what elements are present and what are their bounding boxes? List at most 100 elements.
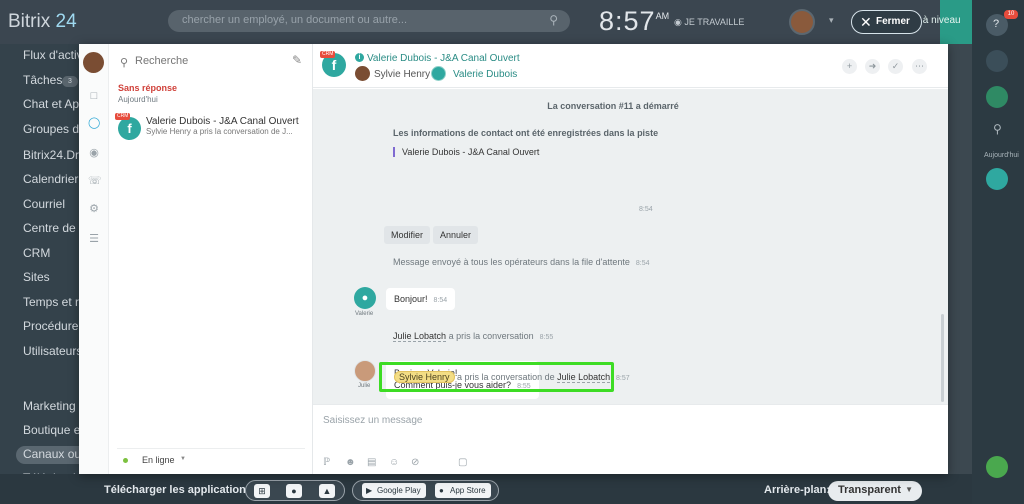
avatar-label: Valerie [355,311,374,317]
cancel-button[interactable]: Annuler [433,226,479,244]
search-input[interactable] [135,53,285,69]
list-item-subtitle: Sylvie Henry a pris la conversation de J… [146,127,293,136]
background-select[interactable]: Transparent ▼ [828,481,922,501]
left-menu-item[interactable]: Calendrier [23,172,78,186]
add-user-icon[interactable]: + [842,59,857,74]
bell-icon[interactable] [986,50,1008,72]
store-download-group: ▶ Google Play ● App Store [352,480,499,501]
left-menu-item[interactable]: Sites [23,270,50,284]
user-link[interactable]: Julie Lobatch [557,372,611,383]
phone-icon[interactable]: ☏ [88,175,102,187]
portal-search[interactable]: chercher un employé, un document ou autr… [168,10,570,32]
work-status[interactable]: ◉ JE TRAVAILLE [674,17,744,28]
system-message: Sylvie Henry a pris la conversation de J… [394,371,611,383]
list-icon[interactable]: ☰ [88,233,100,245]
status-selector[interactable]: En ligne [142,455,175,465]
os-download-group: ⊞ ● ▲ [245,480,345,501]
avatar [355,66,370,81]
timestamp: 8:54 [433,297,448,304]
user-link[interactable]: Julie Lobatch [393,331,447,342]
finish-icon[interactable]: ✓ [888,59,903,74]
portal-logo[interactable]: Bitrix 24 [8,11,77,33]
recent-list: ⚲ ✎ Sans réponse Aujourd'hui f CRM Valer… [109,44,313,474]
participant-sylvie[interactable]: Sylvie Henry [374,69,430,80]
linux-icon[interactable]: ▲ [319,484,335,498]
message-input[interactable] [323,412,723,428]
notification-count: 10 [1004,10,1018,19]
facebook-icon: f [118,117,141,140]
system-message: Message envoyé à tous les opérateurs dan… [393,257,650,267]
search-icon[interactable]: ⚲ [993,122,1002,136]
close-button[interactable]: ✕ Fermer [851,10,922,34]
left-menu-item[interactable]: Canaux ouv [23,447,87,461]
my-avatar[interactable] [83,52,104,73]
more-icon[interactable]: ⋯ [912,59,927,74]
left-menu-item[interactable]: Marketing C [23,399,88,413]
help-icon-glyph: ? [993,18,1000,30]
avatar[interactable] [354,360,376,382]
search-icon: ⚲ [549,13,558,27]
attach-icon[interactable]: ℙ [323,457,330,468]
chat-title[interactable]: Valerie Dubois - J&A Canal Ouvert [367,53,520,64]
left-menu-item[interactable]: Utilisateurs [23,344,82,358]
gear-icon[interactable]: ⚙ [88,203,100,215]
left-menu-item[interactable]: Flux d'activ [23,48,83,62]
recent-chat-avatar[interactable] [986,168,1008,190]
left-menu-item[interactable]: Centre de c [23,221,85,235]
left-menu-item[interactable]: Bitrix24.Dri [23,148,82,162]
chat-panel: f CRM i Valerie Dubois - J&A Canal Ouver… [313,44,948,474]
compose-icon[interactable]: ✎ [292,53,302,67]
system-message: La conversation #11 a démarré [547,101,679,111]
messenger-rail: □ ◯ ◉ ☏ ⚙ ☰ [79,44,109,474]
left-menu-item[interactable]: Chat et App [23,97,86,111]
windows-icon[interactable]: ⊞ [254,484,270,498]
contact-quote[interactable]: Valerie Dubois - J&A Canal Ouvert [393,147,539,157]
transfer-icon[interactable]: ➜ [865,59,880,74]
left-menu-item[interactable]: Tâches [23,73,62,87]
timestamp: 8:54 [635,260,650,267]
message-area[interactable]: La conversation #11 a démarré Les inform… [313,89,948,404]
apple-icon: ● [439,486,444,495]
user-icon[interactable]: ☻ [345,457,356,468]
left-menu-item[interactable]: Groupes de [23,122,86,136]
portal-user-avatar[interactable] [789,9,815,35]
openlines-icon[interactable]: ◯ [88,117,100,129]
form-icon[interactable]: ▤ [367,457,376,468]
notification-icon[interactable]: ◉ [88,147,100,159]
openlines-icon[interactable] [986,86,1008,108]
phone-icon[interactable] [986,456,1008,478]
left-menu-item[interactable]: CRM [23,246,50,260]
chat-icon[interactable]: □ [88,90,100,102]
chevron-down-icon: ▼ [905,485,913,494]
participant-valerie[interactable]: Valerie Dubois [453,69,517,80]
system-message: Les informations de contact ont été enre… [393,128,659,138]
left-menu-item[interactable]: Temps et ra [23,295,86,309]
crm-tag: CRM [320,51,336,58]
messenger-window: □ ◯ ◉ ☏ ⚙ ☰ ⚲ ✎ Sans réponse Aujourd'hui… [79,44,948,474]
apple-icon[interactable]: ● [286,484,302,498]
background-label: Arrière-plan: [764,484,831,496]
portal-clock: 8:57AM [599,6,670,36]
file-icon[interactable]: ▢ [458,457,467,468]
list-item-title: Valerie Dubois - J&A Canal Ouvert [146,116,299,127]
close-icon: ✕ [860,14,872,30]
info-icon[interactable]: i [355,53,364,62]
timestamp: 8:54 [639,206,653,213]
app-store-button[interactable]: ● App Store [435,483,491,498]
scrollbar[interactable] [941,314,944,402]
hide-icon[interactable]: ⊘ [411,457,419,468]
tasks-badge: 3 [62,76,78,87]
crm-tag: CRM [115,113,131,120]
download-apps-label: Télécharger les applications: [104,484,256,496]
user-icon[interactable]: ● [354,287,376,309]
system-message: Julie Lobatch a pris la conversation 8:55 [393,331,554,342]
left-menu-item[interactable]: Courriel [23,197,65,211]
chevron-down-icon[interactable]: ▾ [829,15,834,26]
user-pill[interactable]: Sylvie Henry [394,371,455,383]
google-play-button[interactable]: ▶ Google Play [362,483,426,498]
chevron-down-icon[interactable]: ▼ [180,456,186,462]
modify-button[interactable]: Modifier [384,226,431,244]
smile-icon[interactable]: ☺ [389,457,399,468]
timestamp: 8:55 [539,334,554,341]
left-menu-item[interactable]: Boutique en [23,423,87,437]
